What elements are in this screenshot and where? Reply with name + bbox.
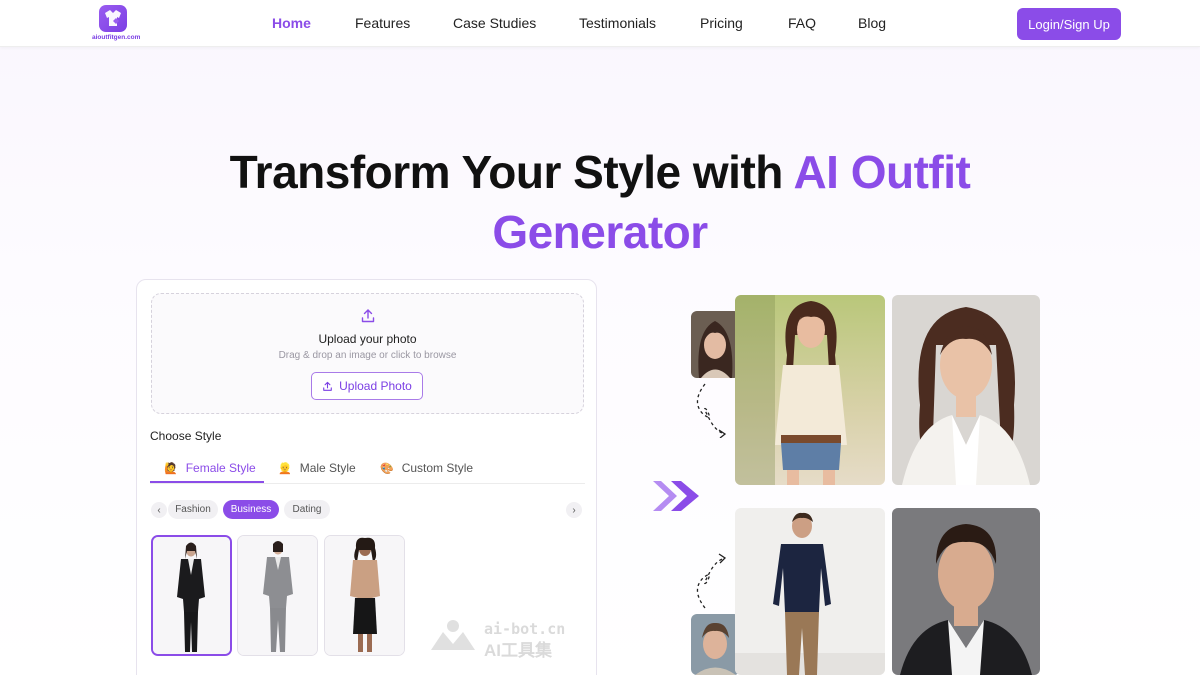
chip-business[interactable]: Business (223, 500, 279, 519)
top-navbar: aioutfitgen.com Home Features Case Studi… (0, 0, 1200, 47)
blouse-skirt-image (325, 536, 404, 655)
chip-dating[interactable]: Dating (284, 500, 330, 519)
tab-custom-style[interactable]: 🎨 Custom Style (380, 461, 473, 475)
upload-subtitle: Drag & drop an image or click to browse (278, 350, 457, 361)
dashed-arrow-down-icon (696, 383, 727, 438)
source-photo-woman (691, 311, 740, 378)
nav-pricing[interactable]: Pricing (700, 15, 743, 31)
chevron-left-icon[interactable]: ‹ (151, 502, 167, 518)
result-photo-man-casual (735, 508, 885, 675)
active-tab-indicator (150, 481, 264, 483)
result-photo-man-business (892, 508, 1040, 675)
nav-faq[interactable]: FAQ (788, 15, 816, 31)
male-style-icon: 👱 (278, 462, 292, 475)
upload-title: Upload your photo (318, 332, 417, 346)
hero-title-part1: Transform Your Style with (229, 146, 794, 198)
source-photo-man (691, 614, 740, 675)
black-suit-image (153, 537, 230, 654)
chevron-right-icon[interactable]: › (566, 502, 582, 518)
upload-small-icon (323, 381, 332, 391)
nav-testimonials[interactable]: Testimonials (579, 15, 656, 31)
watermark-brand: AI工具集 (484, 641, 552, 660)
double-chevron-right-icon (653, 481, 699, 511)
hero-title-accent2: Generator (492, 206, 708, 258)
style-card-blouse-skirt[interactable] (324, 535, 405, 656)
upload-dropzone[interactable]: Upload your photo Drag & drop an image o… (151, 293, 584, 414)
watermark-logo-icon (431, 620, 475, 650)
tab-female-style[interactable]: 🙋 Female Style (164, 461, 256, 475)
logo-icon (99, 5, 127, 32)
style-card-grey-suit[interactable] (237, 535, 318, 656)
logo[interactable]: aioutfitgen.com (92, 5, 141, 43)
result-photo-woman-casual (735, 295, 885, 485)
hero-title: Transform Your Style with AI Outfit Gene… (0, 142, 1200, 262)
custom-style-icon: 🎨 (380, 462, 394, 475)
female-style-icon: 🙋 (164, 462, 178, 475)
nav-features[interactable]: Features (355, 15, 410, 31)
tab-custom-style-label: Custom Style (401, 461, 474, 475)
grey-suit-image (238, 536, 317, 655)
upload-photo-label: Upload Photo (339, 379, 412, 393)
tab-male-style-label: Male Style (299, 461, 356, 475)
login-signup-button[interactable]: Login/Sign Up (1017, 8, 1121, 40)
generator-panel: Upload your photo Drag & drop an image o… (136, 279, 597, 675)
upload-photo-button[interactable]: Upload Photo (311, 372, 423, 400)
watermark: ai-bot.cn AI工具集 (429, 618, 579, 660)
nav-home[interactable]: Home (272, 15, 311, 31)
category-chips: ‹ Fashion Business Dating › (150, 499, 585, 521)
choose-style-heading: Choose Style (150, 429, 222, 443)
logo-text: aioutfitgen.com (92, 34, 141, 41)
result-photo-woman-business (892, 295, 1040, 485)
upload-icon (361, 309, 375, 323)
nav-case-studies[interactable]: Case Studies (453, 15, 536, 31)
nav-blog[interactable]: Blog (858, 15, 886, 31)
tab-male-style[interactable]: 👱 Male Style (278, 461, 356, 475)
style-tabs: 🙋 Female Style 👱 Male Style 🎨 Custom Sty… (150, 454, 585, 484)
hero-title-accent1: AI Outfit (793, 146, 971, 198)
chip-fashion[interactable]: Fashion (168, 500, 218, 519)
tab-female-style-label: Female Style (185, 461, 256, 475)
dashed-arrow-up-icon (696, 553, 727, 609)
style-card-black-suit[interactable] (151, 535, 232, 656)
